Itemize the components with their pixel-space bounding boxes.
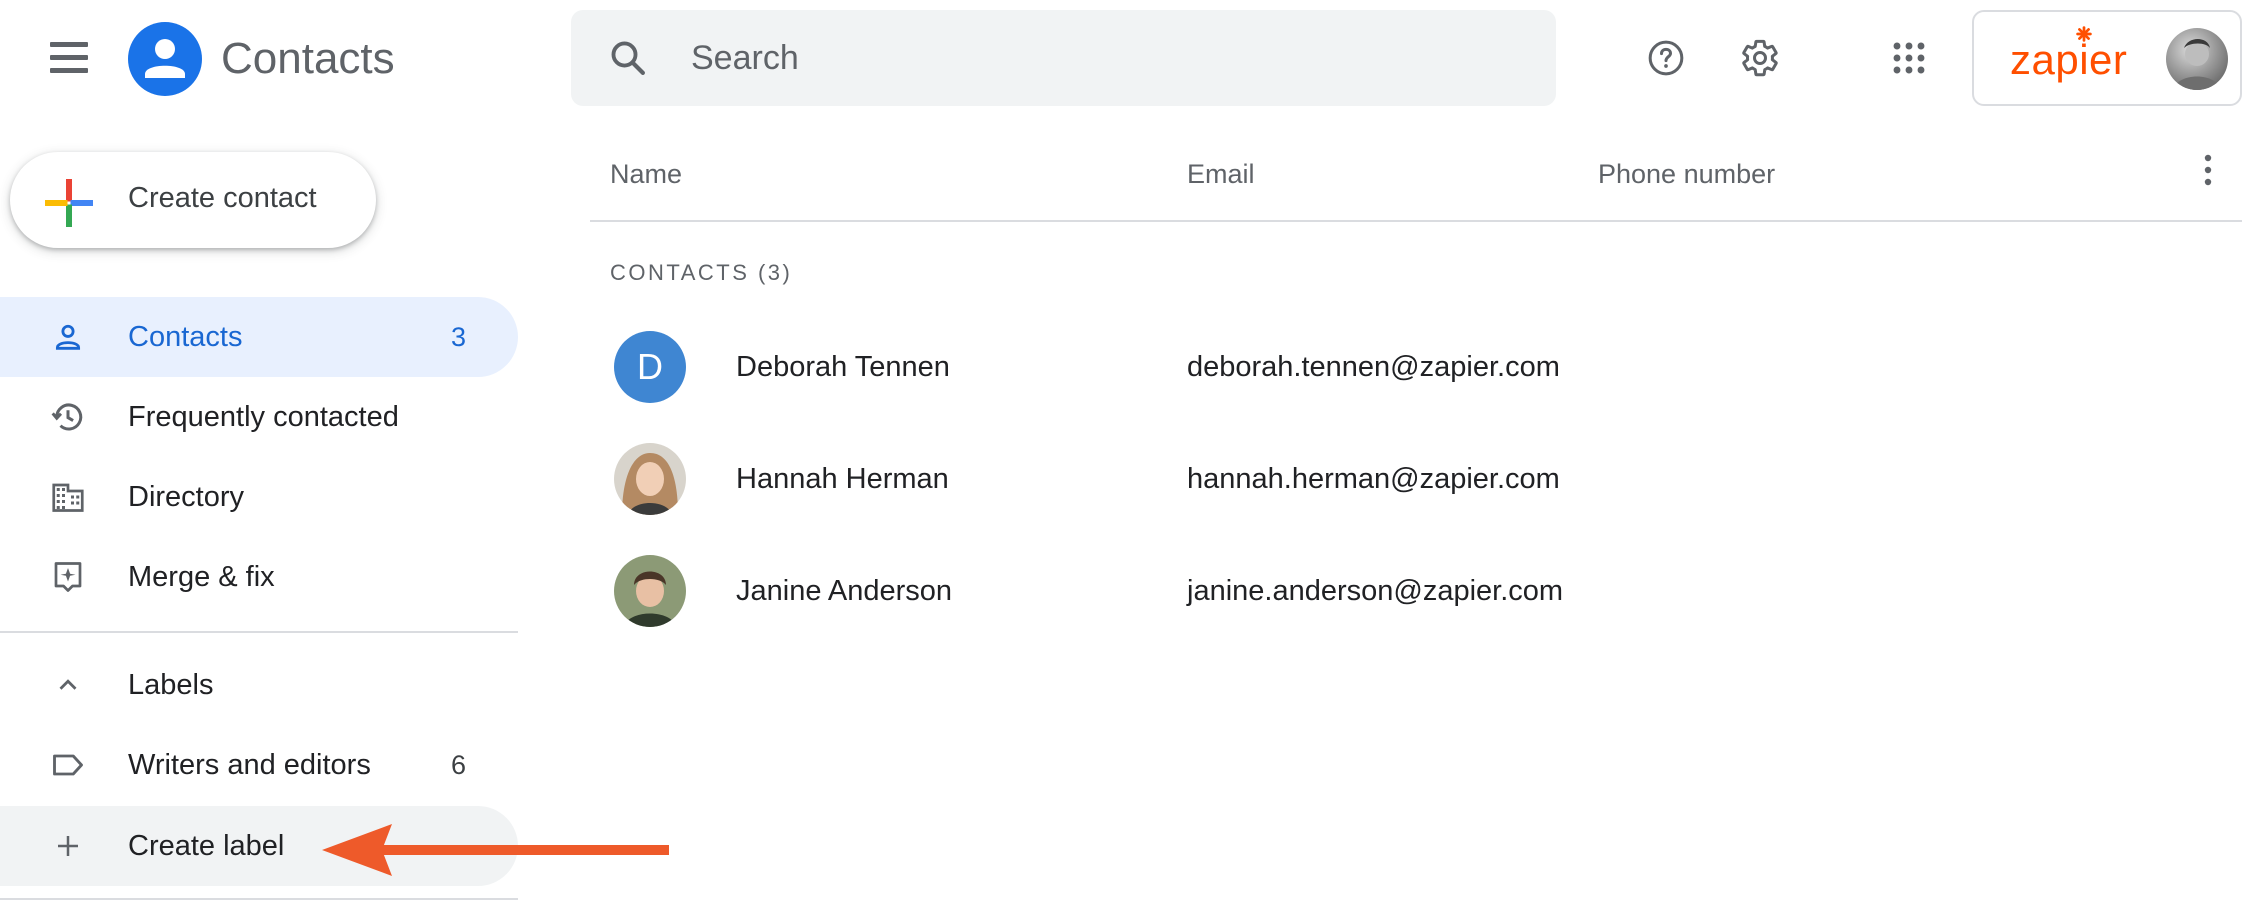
contact-row[interactable]: D Deborah Tennen deborah.tennen@zapier.c… <box>590 311 2242 423</box>
hamburger-menu-bar <box>50 55 88 60</box>
help-button[interactable] <box>1634 26 1698 90</box>
contact-row[interactable]: Janine Anderson janine.anderson@zapier.c… <box>590 535 2242 647</box>
sidebar-item-label: Writers and editors <box>128 749 371 781</box>
more-vert-icon <box>2204 154 2212 186</box>
sidebar-item-count: 6 <box>450 750 466 780</box>
contact-email: hannah.herman@zapier.com <box>1187 463 1560 495</box>
search-icon[interactable] <box>607 37 649 79</box>
gear-icon <box>1742 39 1778 77</box>
account-switcher[interactable]: zapier <box>1972 10 2242 106</box>
contact-avatar: D <box>614 331 686 403</box>
sidebar-divider <box>0 631 518 633</box>
contact-email: janine.anderson@zapier.com <box>1187 575 1564 607</box>
contacts-person-icon <box>145 39 185 78</box>
apps-button[interactable] <box>1877 26 1941 90</box>
history-icon <box>48 397 88 437</box>
create-contact-label: Create contact <box>128 182 317 214</box>
hamburger-menu-bar <box>50 68 88 73</box>
labels-section-toggle[interactable]: Labels <box>0 645 518 725</box>
sidebar-item-merge-fix[interactable]: Merge & fix <box>0 537 518 617</box>
sidebar-item-writers-and-editors[interactable]: Writers and editors 6 <box>0 725 518 805</box>
sidebar-item-count: 3 <box>450 322 466 352</box>
apps-grid-icon <box>1893 42 1925 74</box>
merge-fix-icon <box>48 557 88 597</box>
app-title[interactable]: Contacts <box>221 33 395 85</box>
column-header-phone[interactable]: Phone number <box>1598 156 1775 192</box>
plus-icon <box>48 826 88 866</box>
create-label-text: Create label <box>128 830 285 862</box>
contact-photo-icon <box>614 443 686 515</box>
person-icon <box>48 317 88 357</box>
search-input[interactable] <box>691 32 1511 84</box>
column-header-email[interactable]: Email <box>1187 156 1255 192</box>
colored-plus-icon <box>45 179 93 227</box>
brand-star-icon <box>2076 26 2092 42</box>
contact-name: Janine Anderson <box>736 575 953 607</box>
profile-avatar[interactable] <box>2166 28 2228 90</box>
annotation-arrow <box>322 824 669 876</box>
label-tag-icon <box>48 745 88 785</box>
sidebar-item-directory[interactable]: Directory <box>0 457 518 537</box>
settings-button[interactable] <box>1728 26 1792 90</box>
sidebar-item-label: Directory <box>128 481 245 513</box>
more-options-button[interactable] <box>2186 148 2230 192</box>
sidebar-item-contacts[interactable]: Contacts 3 <box>0 297 518 377</box>
main-menu-button[interactable] <box>36 36 100 80</box>
labels-section-title: Labels <box>128 669 214 701</box>
chevron-up-icon <box>48 665 88 705</box>
contact-avatar <box>614 555 686 627</box>
sidebar-item-label: Merge & fix <box>128 561 275 593</box>
app-header: Contacts zapier <box>0 0 2256 118</box>
table-header-divider <box>590 220 2242 222</box>
sidebar-divider <box>0 898 518 900</box>
create-contact-button[interactable]: Create contact <box>10 152 376 248</box>
contacts-logo-icon[interactable] <box>128 22 202 96</box>
brand-logo: zapier <box>2010 36 2128 83</box>
profile-photo-icon <box>2174 39 2220 90</box>
column-header-name[interactable]: Name <box>610 156 682 192</box>
contact-name: Deborah Tennen <box>736 351 950 383</box>
contact-avatar <box>614 443 686 515</box>
hamburger-menu-icon <box>50 42 88 47</box>
sidebar-item-label: Contacts <box>128 321 243 353</box>
help-circle-icon <box>1648 40 1684 76</box>
contact-email: deborah.tennen@zapier.com <box>1187 351 1560 383</box>
contact-photo-icon <box>614 555 686 627</box>
contact-name: Hannah Herman <box>736 463 949 495</box>
sidebar-item-label: Frequently contacted <box>128 401 399 433</box>
building-icon <box>48 477 88 517</box>
sidebar-item-frequently-contacted[interactable]: Frequently contacted <box>0 377 518 457</box>
contact-row[interactable]: Hannah Herman hannah.herman@zapier.com <box>590 423 2242 535</box>
search-bar[interactable] <box>571 10 1556 106</box>
contacts-section-label: CONTACTS (3) <box>610 260 793 285</box>
